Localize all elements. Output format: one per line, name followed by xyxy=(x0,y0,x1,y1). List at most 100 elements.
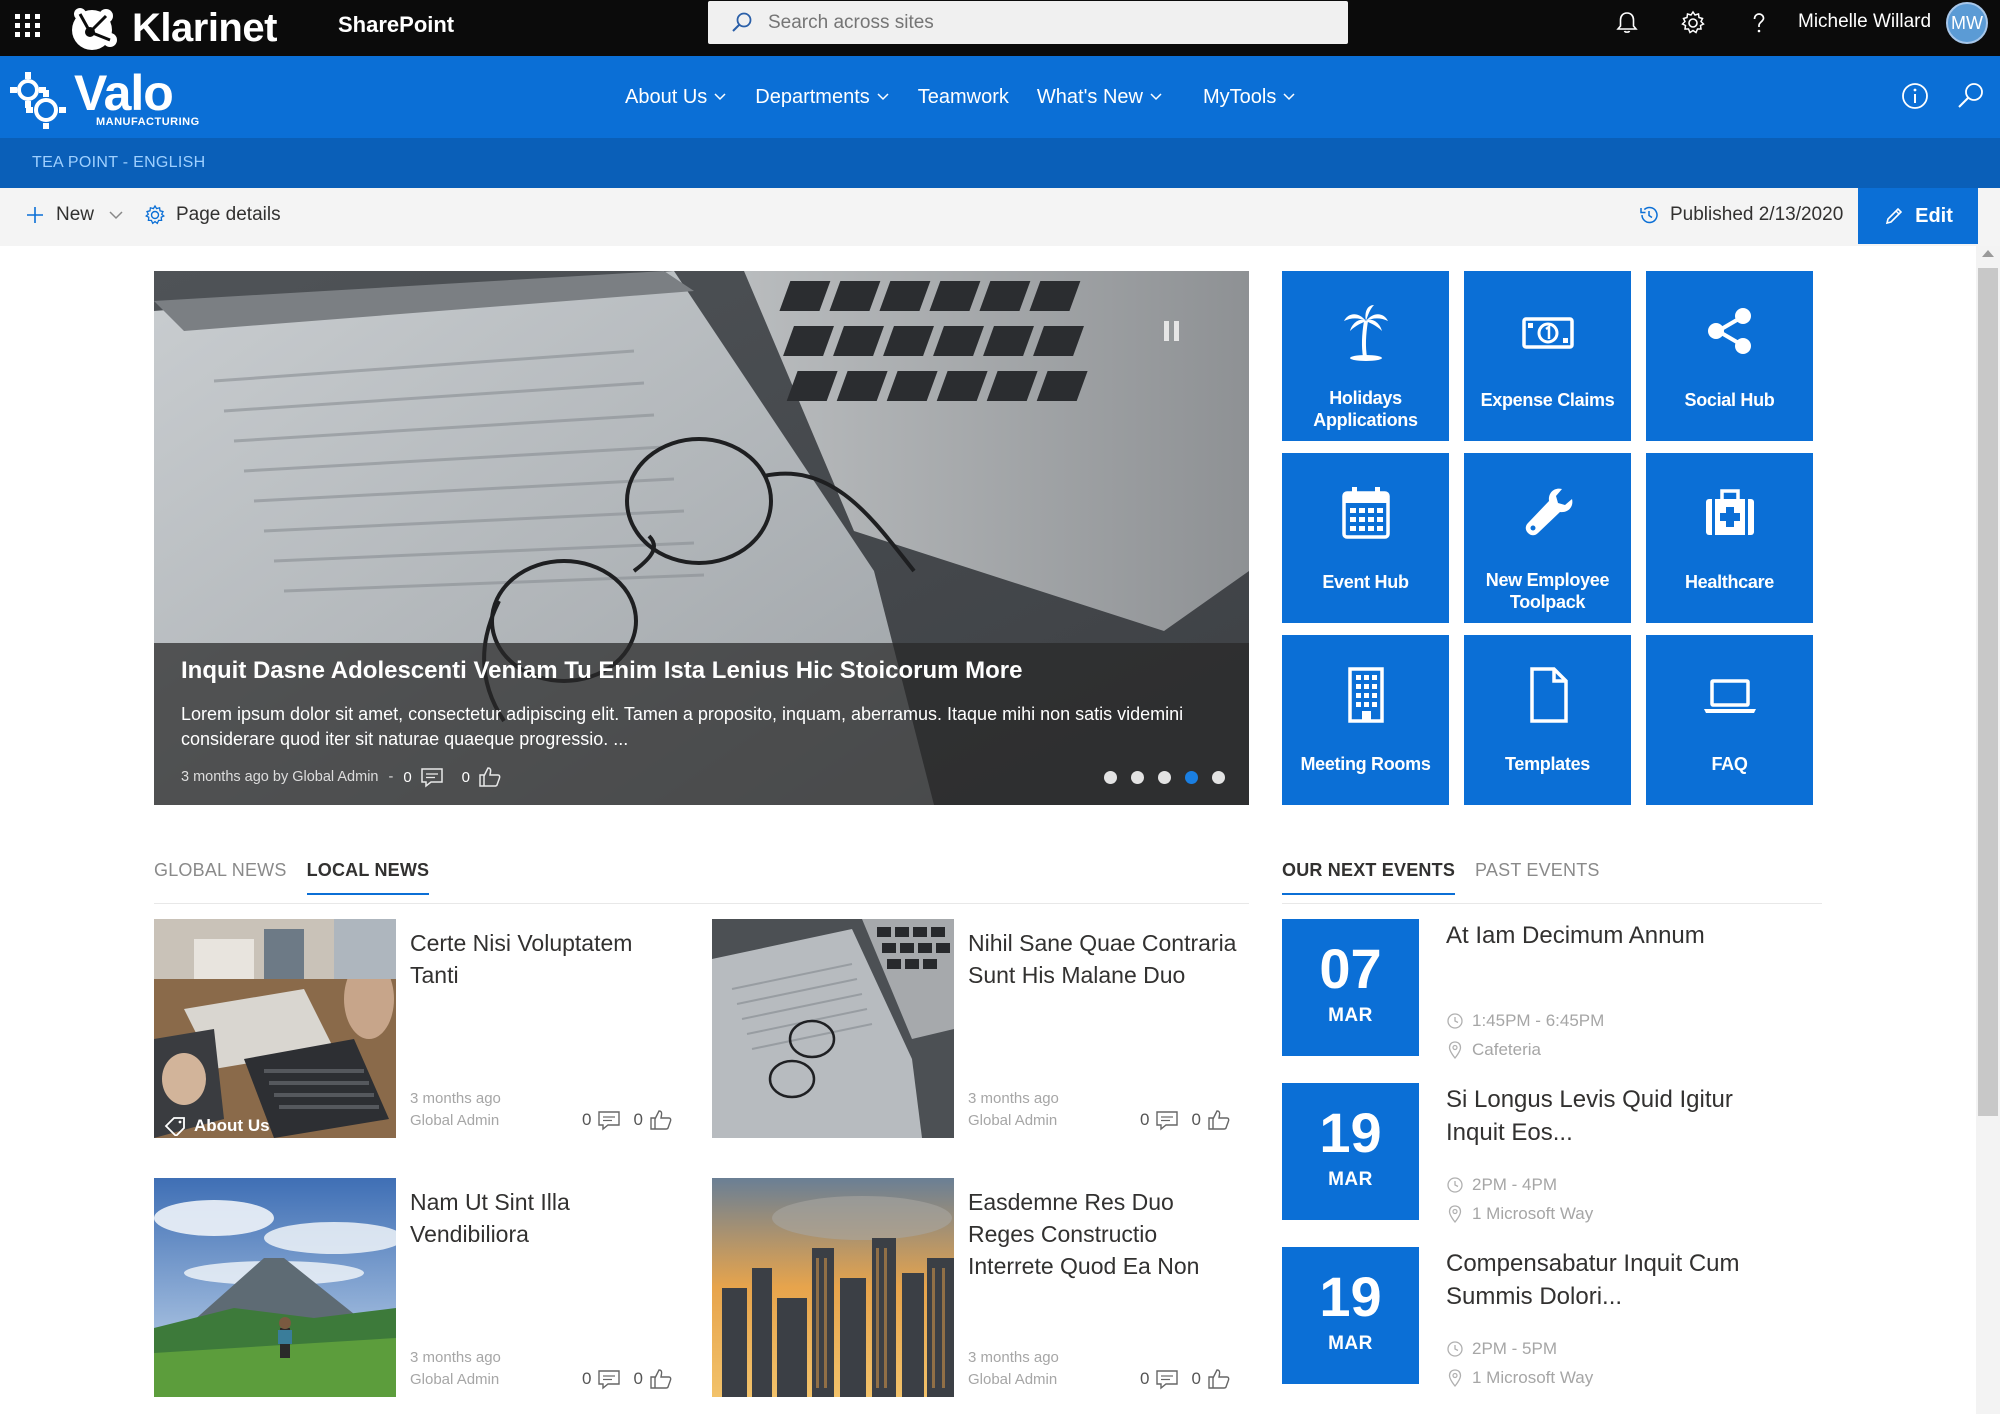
comment-icon[interactable] xyxy=(1155,1109,1179,1131)
carousel-dot[interactable] xyxy=(1131,771,1144,784)
nav-item-teamwork[interactable]: Teamwork xyxy=(918,86,1009,109)
quick-links: Holidays Applications Expense Claims Soc… xyxy=(1282,271,1813,805)
carousel-dot[interactable] xyxy=(1212,771,1225,784)
news-card[interactable]: Easdemne Res Duo Reges Constructio Inter… xyxy=(712,1178,1252,1398)
new-button[interactable]: New xyxy=(24,204,124,226)
event-title[interactable]: Si Longus Levis Quid Igitur Inquit Eos..… xyxy=(1446,1083,1786,1149)
share-icon xyxy=(1707,308,1751,354)
user-name[interactable]: Michelle Willard xyxy=(1798,11,1931,33)
search-input[interactable] xyxy=(768,11,1328,34)
scroll-up-arrow-icon[interactable] xyxy=(1982,250,1994,257)
tile-meeting-rooms[interactable]: Meeting Rooms xyxy=(1282,635,1449,805)
event-time-row: 1:45PM - 6:45PM xyxy=(1446,1011,1604,1031)
news-meta: 3 months ago Global Admin xyxy=(410,1347,501,1391)
edit-button[interactable]: Edit xyxy=(1858,188,1978,244)
chevron-down-icon xyxy=(1283,93,1295,101)
comment-icon[interactable] xyxy=(597,1368,621,1390)
notification-bell-icon[interactable] xyxy=(1614,10,1640,36)
news-title[interactable]: Certe Nisi Voluptatem Tanti xyxy=(410,927,680,991)
events-tab-divider xyxy=(1282,903,1822,904)
like-icon[interactable] xyxy=(1207,1368,1231,1390)
like-icon[interactable] xyxy=(649,1368,673,1390)
event-month: MAR xyxy=(1328,1005,1373,1026)
palm-tree-icon xyxy=(1343,305,1388,361)
site-logo[interactable]: Valo MANUFACTURING xyxy=(6,68,200,130)
hero-title[interactable]: Inquit Dasne Adolescenti Veniam Tu Enim … xyxy=(181,657,1023,685)
tile-label: FAQ xyxy=(1711,754,1748,774)
site-search-icon[interactable] xyxy=(1956,81,1986,111)
pause-icon[interactable] xyxy=(1164,321,1184,341)
comment-icon[interactable] xyxy=(597,1109,621,1131)
tile-holidays-applications[interactable]: Holidays Applications xyxy=(1282,271,1449,441)
app-name[interactable]: SharePoint xyxy=(338,12,454,38)
scrollbar-thumb[interactable] xyxy=(1978,268,1998,1116)
page-details-button[interactable]: Page details xyxy=(144,204,281,226)
clock-icon xyxy=(1447,1177,1463,1193)
tab-next-events[interactable]: OUR NEXT EVENTS xyxy=(1282,860,1456,895)
news-thumbnail[interactable] xyxy=(712,1178,954,1397)
klarinet-logo[interactable]: Klarinet xyxy=(68,0,277,56)
tile-new-employee-toolpack[interactable]: New Employee Toolpack xyxy=(1464,453,1631,623)
nav-item-about-us[interactable]: About Us xyxy=(625,86,727,109)
event-title[interactable]: Compensabatur Inquit Cum Summis Dolori..… xyxy=(1446,1247,1786,1313)
search-box[interactable] xyxy=(708,1,1348,44)
news-author: Global Admin xyxy=(968,1112,1058,1129)
comment-icon[interactable] xyxy=(420,766,444,788)
help-icon[interactable] xyxy=(1746,10,1772,36)
breadcrumb[interactable]: TEA POINT - ENGLISH xyxy=(32,154,205,172)
like-icon[interactable] xyxy=(1207,1109,1231,1131)
tile-healthcare[interactable]: Healthcare xyxy=(1646,453,1813,623)
event-time: 2PM - 4PM xyxy=(1472,1175,1558,1194)
clock-icon xyxy=(1447,1013,1463,1029)
hero-carousel[interactable]: Inquit Dasne Adolescenti Veniam Tu Enim … xyxy=(154,271,1249,805)
carousel-dot-active[interactable] xyxy=(1185,771,1198,784)
avatar[interactable]: MW xyxy=(1946,2,1988,44)
nav-item-departments[interactable]: Departments xyxy=(755,86,890,109)
news-title[interactable]: Easdemne Res Duo Reges Constructio Inter… xyxy=(968,1186,1238,1282)
event-item[interactable]: 19 MAR Si Longus Levis Quid Igitur Inqui… xyxy=(1282,1083,1822,1223)
event-time: 2PM - 5PM xyxy=(1472,1339,1558,1358)
event-day: 19 xyxy=(1319,1265,1382,1328)
news-author: Global Admin xyxy=(968,1371,1058,1388)
nav-item-mytools[interactable]: MyTools xyxy=(1203,86,1296,109)
news-thumbnail[interactable]: About Us xyxy=(154,919,396,1138)
info-icon[interactable] xyxy=(1900,81,1930,111)
news-title[interactable]: Nihil Sane Quae Contraria Sunt His Malan… xyxy=(968,927,1238,991)
carousel-dot[interactable] xyxy=(1158,771,1171,784)
mountain-hiker-photo xyxy=(154,1178,396,1397)
tile-templates[interactable]: Templates xyxy=(1464,635,1631,805)
tile-event-hub[interactable]: Event Hub xyxy=(1282,453,1449,623)
tile-social-hub[interactable]: Social Hub xyxy=(1646,271,1813,441)
app-launcher-icon[interactable] xyxy=(12,11,40,39)
category-tag[interactable]: About Us xyxy=(164,1116,270,1136)
tab-global-news[interactable]: GLOBAL NEWS xyxy=(154,860,287,895)
nav-item-whats-new[interactable]: What's New xyxy=(1037,86,1163,109)
news-card[interactable]: Nihil Sane Quae Contraria Sunt His Malan… xyxy=(712,919,1252,1139)
building-icon xyxy=(1347,667,1384,723)
like-icon[interactable] xyxy=(649,1109,673,1131)
hero-like-count: 0 xyxy=(461,768,471,786)
news-card[interactable]: About Us Certe Nisi Voluptatem Tanti 3 m… xyxy=(154,919,694,1139)
news-title[interactable]: Nam Ut Sint Illa Vendibiliora xyxy=(410,1186,680,1250)
comment-icon[interactable] xyxy=(1155,1368,1179,1390)
tile-expense-claims[interactable]: Expense Claims xyxy=(1464,271,1631,441)
tab-past-events[interactable]: PAST EVENTS xyxy=(1475,860,1600,895)
carousel-dot[interactable] xyxy=(1104,771,1117,784)
news-thumbnail[interactable] xyxy=(154,1178,396,1397)
settings-gear-icon[interactable] xyxy=(1680,10,1706,36)
published-status[interactable]: Published 2/13/2020 xyxy=(1638,204,1843,226)
event-tabs: OUR NEXT EVENTS PAST EVENTS xyxy=(1282,860,1620,895)
event-location: 1 Microsoft Way xyxy=(1472,1368,1594,1387)
tab-local-news[interactable]: LOCAL NEWS xyxy=(306,860,430,895)
news-time: 3 months ago xyxy=(968,1349,1059,1366)
nav-label: About Us xyxy=(625,85,708,108)
news-card[interactable]: Nam Ut Sint Illa Vendibiliora 3 months a… xyxy=(154,1178,694,1398)
news-thumbnail[interactable] xyxy=(712,919,954,1138)
tile-faq[interactable]: FAQ xyxy=(1646,635,1813,805)
event-item[interactable]: 07 MAR At Iam Decimum Annum 1:45PM - 6:4… xyxy=(1282,919,1822,1059)
like-icon[interactable] xyxy=(478,766,502,788)
wrench-icon xyxy=(1525,488,1572,536)
event-item[interactable]: 19 MAR Compensabatur Inquit Cum Summis D… xyxy=(1282,1247,1822,1387)
event-title[interactable]: At Iam Decimum Annum xyxy=(1446,919,1786,952)
news-tabs: GLOBAL NEWS LOCAL NEWS xyxy=(154,860,449,895)
